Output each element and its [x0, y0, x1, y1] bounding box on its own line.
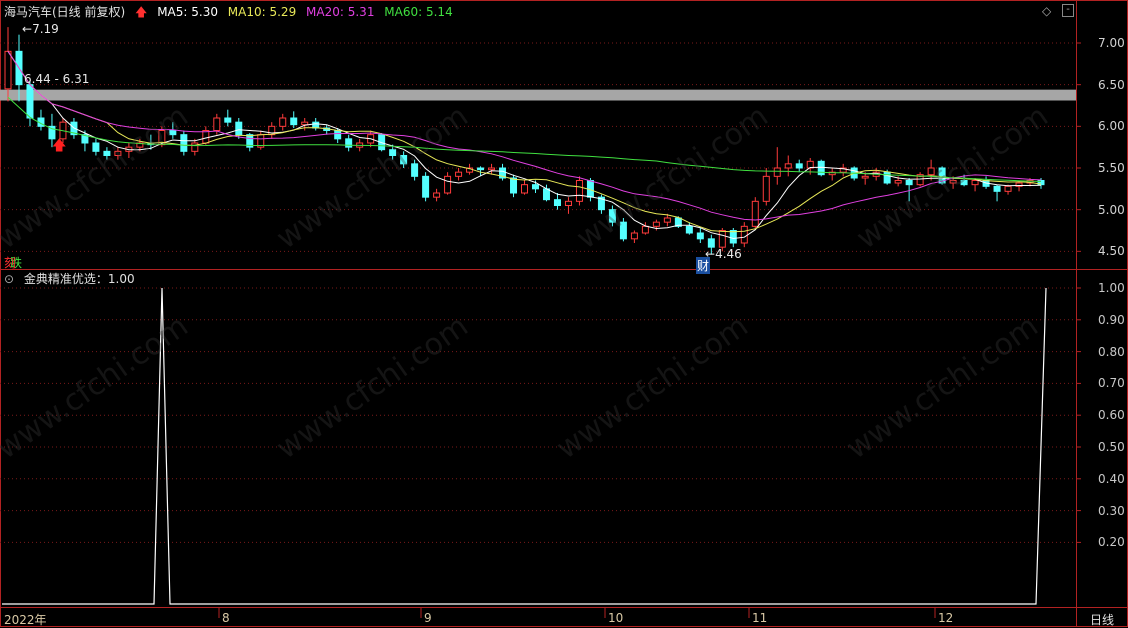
x-tick-label: 9: [424, 611, 432, 625]
finance-tag[interactable]: 财: [696, 257, 711, 274]
candle-body: [180, 134, 188, 152]
x-tick-label: 12: [938, 611, 954, 625]
candle-body: [92, 142, 100, 152]
candle-body: [773, 167, 781, 177]
candle-body: [718, 230, 726, 248]
collapse-icon[interactable]: -: [1062, 4, 1074, 17]
candle-body: [685, 225, 693, 234]
candle-body: [707, 238, 715, 248]
candle-body: [422, 175, 430, 198]
candle-body: [455, 171, 463, 177]
candle-body: [235, 121, 243, 136]
candle-body: [345, 138, 353, 148]
indicator-toggle-icon[interactable]: ⊙: [4, 272, 14, 286]
support-band: [0, 89, 1076, 101]
candle-body: [729, 230, 737, 244]
candle-body: [279, 117, 287, 127]
candle-body: [564, 200, 572, 206]
candle-body: [334, 130, 342, 140]
candle-body: [4, 50, 12, 90]
ma20-label: MA20: 5.31: [306, 5, 375, 19]
indicator-tick-label: 1.00: [1098, 281, 1125, 295]
indicator-tick-label: 0.30: [1098, 503, 1125, 518]
candle-body: [894, 180, 902, 184]
indicator-title[interactable]: 金典精准优选：1.00: [24, 272, 135, 286]
x-tick-label: 11: [752, 611, 768, 625]
indicator-tick-label: 0.50: [1098, 440, 1125, 454]
price-tick-label: 5.00: [1098, 202, 1125, 217]
candle-body: [26, 84, 34, 119]
candle-body: [795, 163, 803, 169]
candle-body: [993, 185, 1001, 192]
ma60-label: MA60: 5.14: [384, 5, 453, 19]
candle-body: [641, 225, 649, 234]
candle-body: [531, 184, 539, 190]
candle-body: [433, 192, 441, 198]
ma5-label: MA5: 5.30: [157, 5, 218, 19]
stock-title[interactable]: 海马汽车(日线 前复权): [4, 5, 125, 19]
indicator-tick-label: 0.20: [1098, 535, 1125, 550]
candle-body: [290, 117, 298, 126]
indicator-tick-label: 0.80: [1098, 344, 1125, 359]
candle-body: [751, 200, 759, 227]
band-annotation: 6.44 - 6.31: [24, 72, 90, 86]
buy-arrow-icon: 🡅: [52, 138, 66, 154]
candle-body: [575, 180, 583, 202]
ma10-label: MA10: 5.29: [227, 5, 297, 19]
candle-body: [696, 232, 704, 240]
indicator-tick-label: 0.70: [1098, 376, 1125, 391]
candle-body: [521, 184, 529, 194]
indicator-tick-label: 0.90: [1098, 312, 1125, 327]
low-value: 4.46: [715, 247, 742, 261]
candle-body: [224, 117, 232, 123]
indicator-tick-label: 0.60: [1098, 408, 1125, 423]
candle-body: [663, 217, 671, 223]
candle-body: [861, 175, 869, 179]
indicator-tick-label: 0.40: [1098, 471, 1125, 486]
diamond-icon[interactable]: ◇: [1042, 4, 1051, 18]
candle-body: [477, 167, 485, 171]
price-tick-label: 6.50: [1098, 77, 1125, 92]
candle-body: [553, 199, 561, 207]
candle-body: [191, 142, 199, 152]
candle-body: [652, 221, 660, 227]
candle-body: [444, 175, 452, 194]
candle-body: [630, 232, 638, 240]
low-annotation: ←4.46: [705, 247, 742, 261]
candle-body: [740, 225, 748, 244]
x-tick-label: 10: [608, 611, 624, 625]
candle-body: [784, 163, 792, 169]
period-label[interactable]: 日线: [1090, 611, 1114, 628]
candle-body: [202, 130, 210, 144]
candle-body: [213, 117, 221, 131]
candle-body: [542, 188, 550, 201]
x-tick-label: 8: [222, 611, 230, 625]
candle-body: [510, 177, 518, 194]
up-arrow-icon: 🡅: [135, 5, 148, 19]
candle-body: [301, 121, 309, 126]
candle-body: [762, 175, 770, 202]
candle-body: [488, 167, 496, 171]
price-tick-label: 5.50: [1098, 161, 1125, 175]
candle-body: [883, 171, 891, 184]
price-tick-label: 4.50: [1098, 244, 1125, 259]
indicator-header: ⊙ 金典精准优选：1.00: [4, 272, 141, 286]
high-value: 7.19: [32, 22, 59, 36]
high-annotation: ←7.19: [22, 22, 59, 36]
price-tick-label: 6.00: [1098, 119, 1125, 134]
chart-header: 海马汽车(日线 前复权) 🡅 MA5: 5.30 MA10: 5.29 MA20…: [4, 5, 459, 19]
price-tick-label: 7.00: [1098, 36, 1125, 50]
x-tick-label: 2022年: [4, 613, 47, 627]
candle-body: [1004, 185, 1012, 192]
